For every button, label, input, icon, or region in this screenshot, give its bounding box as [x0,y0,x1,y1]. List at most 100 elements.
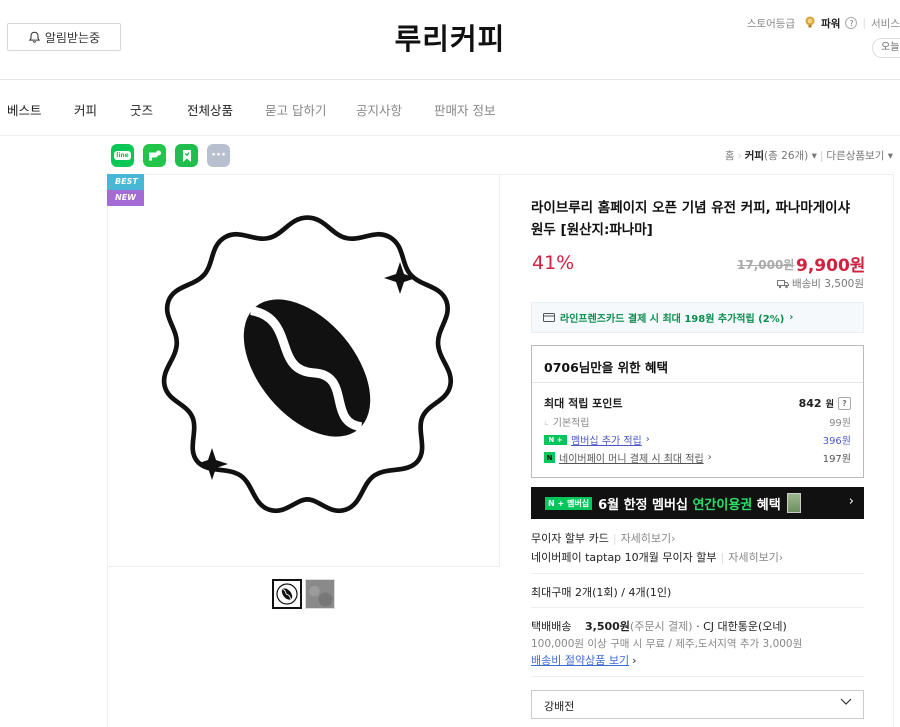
discount-rate: 41% [532,252,575,274]
max-points-row: 최대 적립 포인트 842 원 ? [544,395,851,411]
sparkle-icon [196,448,228,480]
divider: | [720,551,725,564]
line-icon-text: line [114,151,131,160]
new-badge: NEW [107,190,144,206]
nav-item-goods[interactable]: 굿즈 [130,100,153,119]
member-benefit-box: 0706님만을 위한 혜택 최대 적립 포인트 842 원 ? ⌞ 기본적립 99원… [531,345,864,478]
interest-free-more-link[interactable]: 자세히보기 [621,532,672,545]
divider [531,676,864,677]
benefit-title: 0706님만을 위한 혜택 [532,346,863,383]
nav-item-best[interactable]: 베스트 [7,100,42,119]
more-icon-text: ··· [211,148,226,163]
breadcrumb-count: (총 26개) [764,150,809,162]
breadcrumb-home[interactable]: 홈 [725,150,735,162]
membership-points-link[interactable]: 멤버십 추가 적립 [571,432,642,447]
chevron-right-icon: › [848,494,854,509]
delivery-fee: 3,500원 [584,620,630,633]
npay-points-value: 197원 [822,454,851,465]
band-icon[interactable] [143,144,166,167]
npay-points-row: N 네이버페이 머니 결제 시 최대 적립 › 197원 [544,450,851,465]
delivery-carrier: · CJ 대한통운(오네) [696,620,787,633]
credit-card-icon [543,313,555,322]
membership-promo-banner[interactable]: N + 멤버십 6월 한정 멤버십 연간이용권 혜택 › [531,487,864,519]
breadcrumb-category[interactable]: 커피 [745,150,764,162]
service-link[interactable]: 서비스 [871,16,900,31]
npay-installment-more-link[interactable]: 자세히보기 [728,551,779,564]
max-points-value: 842 [798,396,822,410]
chevron-right-icon: › [645,434,650,445]
nav-item-notice[interactable]: 공지사항 [356,100,402,119]
original-price: 17,000원 [737,258,795,272]
nav-item-qna[interactable]: 묻고 답하기 [265,100,326,119]
divider [531,607,864,608]
basic-points-row: ⌞ 기본적립 99원 [544,414,851,429]
trophy-icon [804,15,816,31]
thumbnail-list [272,579,335,609]
npay-points-link[interactable]: 네이버페이 머니 결제 시 최대 적립 [559,450,704,465]
delivery-saving-row: 배송비 절약상품 보기 › [531,652,636,668]
chevron-right-icon: › [789,312,794,323]
store-header: 알림받는중 루리커피 스토어등급 파워 ? | 서비스 오늘 [0,0,900,80]
chevron-right-icon: › [671,532,676,545]
store-grade-label: 스토어등급 [746,17,796,30]
max-points-unit: 원 [825,399,834,410]
naver-pay-icon: N [544,452,555,463]
share-bar: line ··· [111,144,230,167]
naver-membership-tag: N + 멤버십 [545,496,593,510]
card-benefit-text: 라인프렌즈카드 결제 시 최대 198원 추가적립 (2%) [560,314,785,325]
divider: | [862,17,867,29]
naver-plus-icon: N + [544,434,567,445]
breadcrumb-other-products[interactable]: 다른상품보기 [826,150,884,162]
membership-points-value: 396원 [822,436,851,447]
basic-points-label: 기본적립 [552,418,590,429]
banner-text-a: 6월 한정 멤버십 [598,497,693,513]
line-icon[interactable]: line [111,144,134,167]
divider: | [612,532,617,545]
chevron-down-icon [840,698,852,705]
nav-item-all-products[interactable]: 전체상품 [187,100,233,119]
breadcrumb: 홈 › 커피(총 26개) ▾ | 다른상품보기 ▾ [725,148,893,163]
max-points-label: 최대 적립 포인트 [544,397,623,410]
help-icon[interactable]: ? [838,396,851,410]
store-grade: 스토어등급 파워 ? | 서비스 [747,15,900,31]
banner-text-c: 혜택 [752,497,781,513]
membership-points-row: N + 멤버십 추가 적립 › 396원 [544,432,851,447]
category-nav: 베스트 커피 굿즈 전체상품 묻고 답하기 공지사항 판매자 정보 [0,81,900,136]
banner-text-highlight: 연간이용권 [692,497,753,513]
best-badge: BEST [107,174,144,190]
delivery-condition: 100,000원 이상 구매 시 무료 / 제주,도서지역 추가 3,000원 [531,638,803,650]
chevron-down-icon: ▾ [808,150,817,162]
sale-price: 9,900원 [796,256,866,276]
chevron-right-icon: › [778,551,784,564]
grade-value: 파워 [821,17,841,30]
coffee-bean-badge-image[interactable] [160,192,455,547]
card-benefit-banner[interactable]: 라인프렌즈카드 결제 시 최대 198원 추가적립 (2%) › [531,302,864,333]
more-icon[interactable]: ··· [207,144,230,167]
gift-card-icon [786,493,801,513]
breadcrumb-separator: | [819,150,824,162]
truck-icon [776,279,789,288]
bookmark-icon[interactable] [175,144,198,167]
npay-installment-row: 네이버페이 taptap 10개월 무이자 할부 | 자세히보기› [531,549,783,565]
nav-item-seller-info[interactable]: 판매자 정보 [434,100,495,119]
chevron-down-icon: ▾ [884,150,893,162]
sparkle-icon [384,262,416,294]
delivery-fee-note: (주문시 결제) [629,620,693,633]
shipping-fee: 배송비 3,500원 [776,276,864,291]
thumbnail-1[interactable] [272,579,302,609]
option-select[interactable]: 강배전 [531,690,864,719]
delivery-row: 택배배송 3,500원(주문시 결제) · CJ 대한통운(오네) [531,618,787,634]
chevron-right-icon: › [632,654,637,667]
today-widget[interactable]: 오늘 [872,38,900,58]
shipping-fee-text: 배송비 3,500원 [791,278,864,290]
grade-help-icon[interactable]: ? [845,17,858,29]
coffee-bean-icon [243,299,371,437]
npay-installment-label: 네이버페이 taptap 10개월 무이자 할부 [531,551,717,564]
thumbnail-2[interactable] [305,579,335,609]
indent-icon: ⌞ [544,416,549,427]
interest-free-label: 무이자 할부 카드 [531,532,609,545]
divider [531,573,864,574]
delivery-saving-link[interactable]: 배송비 절약상품 보기 [531,654,629,667]
nav-item-coffee[interactable]: 커피 [74,100,97,119]
interest-free-card-row: 무이자 할부 카드 | 자세히보기› [531,530,676,546]
